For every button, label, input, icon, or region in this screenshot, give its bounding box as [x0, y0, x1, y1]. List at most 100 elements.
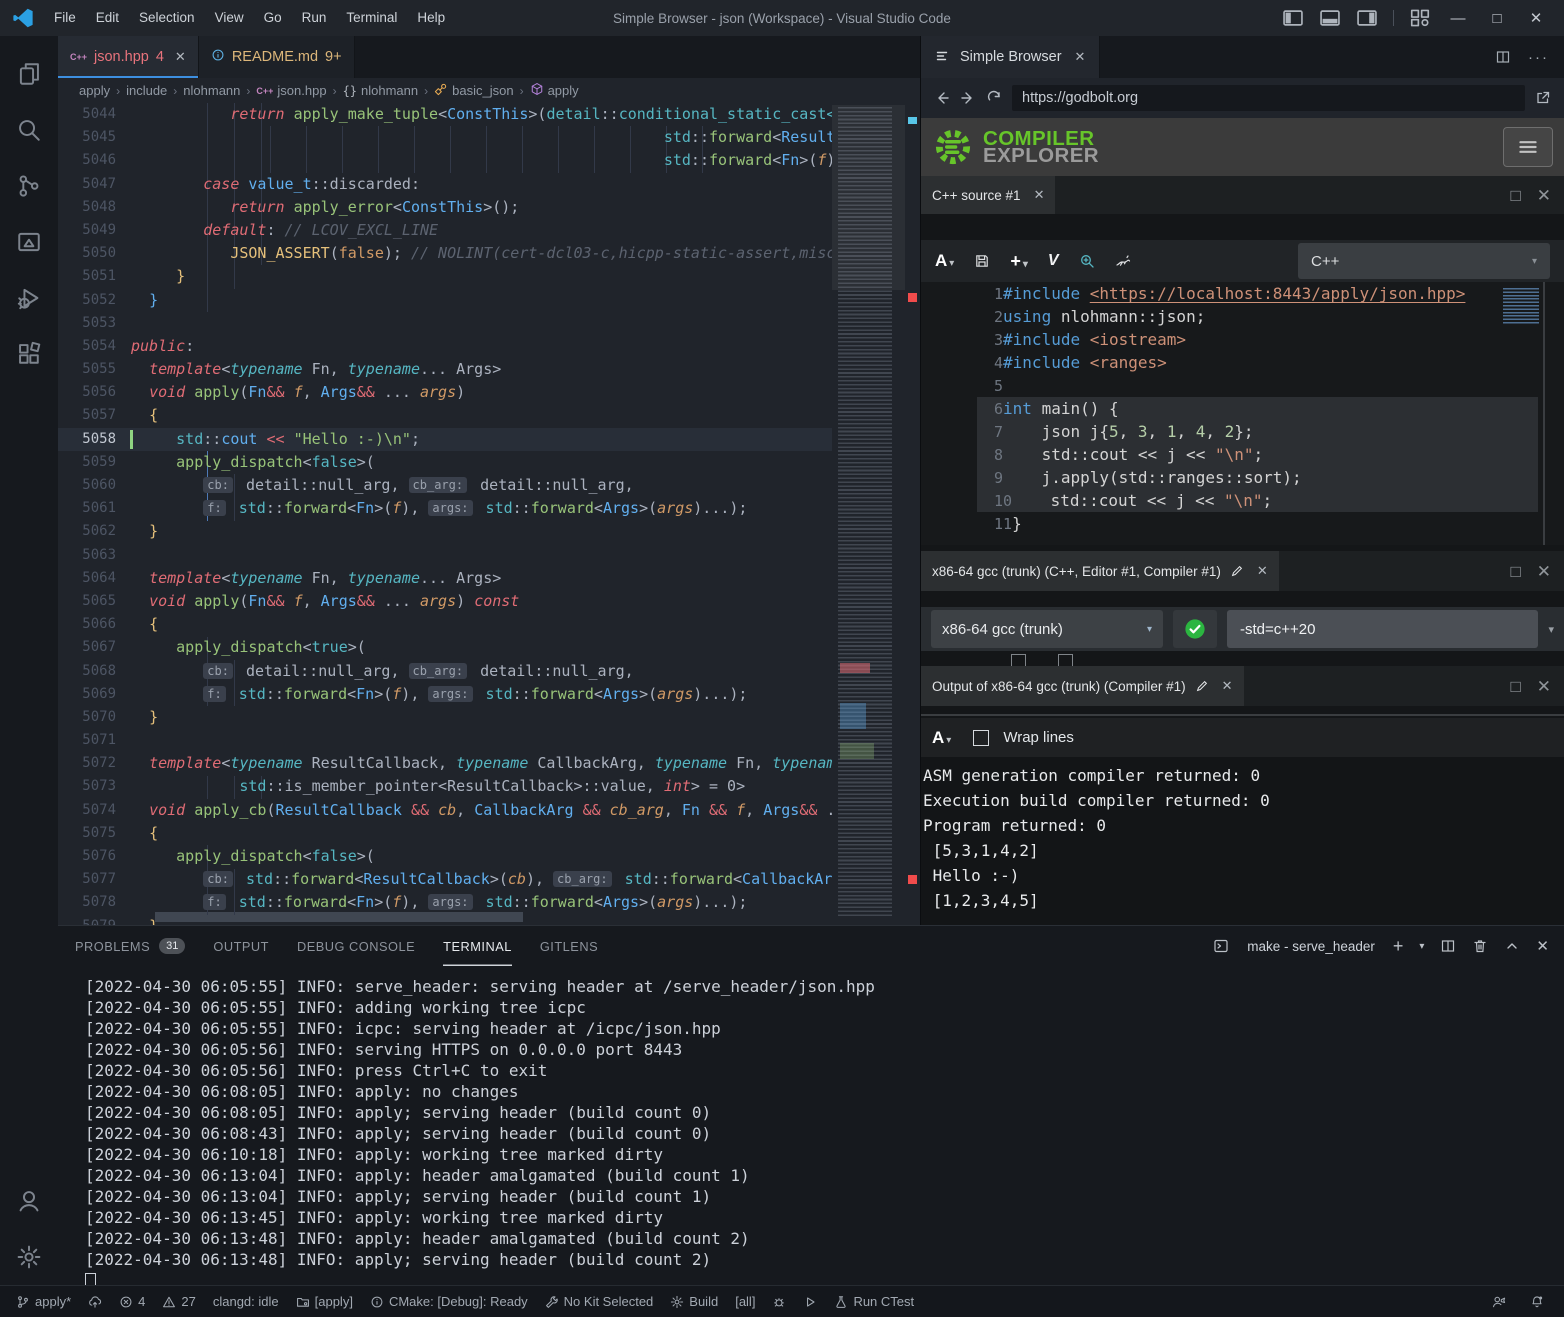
status-item-27[interactable]: 27 [158, 1294, 199, 1309]
wrap-lines-checkbox[interactable] [973, 730, 989, 746]
activity-account[interactable] [0, 1173, 58, 1229]
breadcrumb-item-apply[interactable]: apply [530, 82, 579, 99]
menu-run[interactable]: Run [292, 10, 337, 25]
browser-scrollbar[interactable] [1543, 282, 1545, 545]
reload-icon[interactable] [986, 90, 1002, 106]
minimize-button[interactable]: — [1446, 6, 1470, 30]
menu-edit[interactable]: Edit [86, 10, 129, 25]
editor-tab-json.hpp[interactable]: C++ json.hpp 4 ✕ [58, 36, 199, 78]
rename-pane-icon[interactable] [1195, 679, 1209, 693]
breadcrumb-item-include[interactable]: include [126, 83, 167, 98]
url-input[interactable]: https://godbolt.org [1012, 85, 1525, 111]
status-item[interactable] [799, 1295, 821, 1309]
activity-search[interactable] [0, 102, 58, 158]
status-item[interactable] [1488, 1295, 1510, 1309]
status-item-run-ctest[interactable]: Run CTest [830, 1294, 918, 1309]
compiler-pane-tab[interactable]: x86-64 gcc (trunk) (C++, Editor #1, Comp… [921, 551, 1279, 591]
font-size-button[interactable]: A▾ [935, 251, 954, 271]
hamburger-menu-button[interactable] [1503, 127, 1553, 167]
output-pane-tab[interactable]: Output of x86-64 gcc (trunk) (Compiler #… [921, 666, 1244, 706]
breadcrumb-item-nlohmann[interactable]: nlohmann [183, 83, 240, 98]
minimap-slider[interactable] [832, 105, 905, 290]
split-editor-icon[interactable] [1495, 49, 1511, 65]
panel-tab-problems[interactable]: PROBLEMS31 [75, 926, 185, 966]
editor-tab-README.md[interactable]: README.md 9+ [199, 36, 355, 78]
language-select[interactable]: C++▾ [1298, 243, 1550, 279]
close-icon[interactable]: ✕ [175, 49, 186, 65]
activity-explorer[interactable] [0, 46, 58, 102]
source-pane-tab[interactable]: C++ source #1 ✕ [921, 176, 1055, 214]
new-terminal-icon[interactable]: + [1393, 936, 1404, 957]
compiler-select[interactable]: x86-64 gcc (trunk)▾ [931, 610, 1163, 648]
maximize-button[interactable]: □ [1485, 6, 1509, 30]
code-area[interactable]: 5044 return apply_make_tuple<ConstThis>(… [58, 103, 832, 925]
status-item-build[interactable]: Build [666, 1294, 722, 1309]
activity-testing[interactable] [0, 214, 58, 270]
panel-tab-debug-console[interactable]: DEBUG CONSOLE [297, 926, 415, 966]
toggle-sidebar-icon[interactable] [1282, 7, 1304, 29]
close-icon[interactable]: ✕ [1034, 187, 1045, 203]
close-pane-icon[interactable]: ✕ [1537, 187, 1551, 204]
menu-file[interactable]: File [44, 10, 86, 25]
menu-go[interactable]: Go [254, 10, 292, 25]
vim-toggle-icon[interactable]: V [1048, 252, 1059, 270]
compiler-options-input[interactable]: -std=c++20 [1227, 610, 1538, 648]
add-pane-button[interactable]: +▾ [1010, 251, 1028, 272]
maximize-pane-icon[interactable]: □ [1510, 563, 1520, 580]
close-icon[interactable]: ✕ [1257, 563, 1268, 579]
browser-code-editor[interactable]: 1#include <https://localhost:8443/apply/… [921, 282, 1564, 545]
activity-settings[interactable] [0, 1229, 58, 1285]
activity-debug[interactable] [0, 270, 58, 326]
zoom-icon[interactable] [1079, 253, 1095, 269]
back-icon[interactable] [934, 90, 950, 106]
panel-tab-gitlens[interactable]: GITLENS [540, 926, 598, 966]
maximize-pane-icon[interactable]: □ [1510, 187, 1520, 204]
breadcrumb-item-basic_json[interactable]: basic_json [434, 82, 513, 99]
status-item-apply-[interactable]: apply* [12, 1294, 75, 1309]
split-terminal-icon[interactable] [1440, 938, 1456, 954]
maximize-panel-icon[interactable] [1504, 938, 1520, 954]
tab-simple-browser[interactable]: Simple Browser ✕ [921, 36, 1100, 78]
menu-help[interactable]: Help [407, 10, 455, 25]
close-icon[interactable]: ✕ [1222, 678, 1233, 694]
close-pane-icon[interactable]: ✕ [1537, 563, 1551, 580]
more-actions-icon[interactable]: ··· [1528, 49, 1549, 66]
status-item[interactable] [768, 1295, 790, 1309]
options-dropdown-icon[interactable]: ▾ [1548, 623, 1554, 636]
terminal-name[interactable]: make - serve_header [1247, 939, 1375, 954]
forward-icon[interactable] [960, 90, 976, 106]
close-pane-icon[interactable]: ✕ [1537, 678, 1551, 695]
status-item-4[interactable]: 4 [115, 1294, 149, 1309]
maximize-pane-icon[interactable]: □ [1510, 678, 1520, 695]
activity-source-control[interactable] [0, 158, 58, 214]
toggle-panel-icon[interactable] [1319, 7, 1341, 29]
terminal[interactable]: [2022-04-30 06:05:55] INFO: serve_header… [58, 966, 1564, 1285]
menu-terminal[interactable]: Terminal [336, 10, 407, 25]
close-icon[interactable]: ✕ [1075, 49, 1086, 65]
close-panel-icon[interactable]: ✕ [1536, 937, 1549, 955]
customize-layout-icon[interactable] [1409, 7, 1431, 29]
status-item-cmake-debug-ready[interactable]: CMake: [Debug]: Ready [366, 1294, 532, 1309]
status-item-clangd-idle[interactable]: clangd: idle [209, 1294, 283, 1309]
open-external-icon[interactable] [1535, 90, 1551, 106]
panel-tab-output[interactable]: OUTPUT [213, 926, 269, 966]
status-item--apply-[interactable]: [apply] [292, 1294, 357, 1309]
font-size-button[interactable]: A▾ [932, 728, 951, 748]
terminal-dropdown-icon[interactable]: ▾ [1419, 941, 1424, 952]
breadcrumb-item-nlohmann[interactable]: {}nlohmann [343, 83, 419, 98]
minimap[interactable] [832, 103, 905, 925]
breadcrumb-item-json.hpp[interactable]: C++json.hpp [256, 83, 326, 98]
status-item[interactable] [1526, 1295, 1548, 1309]
menu-selection[interactable]: Selection [129, 10, 205, 25]
save-icon[interactable] [974, 253, 990, 269]
quickbench-icon[interactable] [1115, 253, 1131, 269]
menu-view[interactable]: View [205, 10, 254, 25]
toggle-secondary-sidebar-icon[interactable] [1356, 7, 1378, 29]
status-item-no-kit-selected[interactable]: No Kit Selected [541, 1294, 658, 1309]
status-item[interactable] [84, 1295, 106, 1309]
activity-extensions[interactable] [0, 326, 58, 382]
breadcrumb-item-apply[interactable]: apply [79, 83, 110, 98]
kill-terminal-icon[interactable] [1472, 938, 1488, 954]
panel-tab-terminal[interactable]: TERMINAL [443, 926, 512, 966]
close-window-button[interactable]: ✕ [1524, 6, 1548, 30]
